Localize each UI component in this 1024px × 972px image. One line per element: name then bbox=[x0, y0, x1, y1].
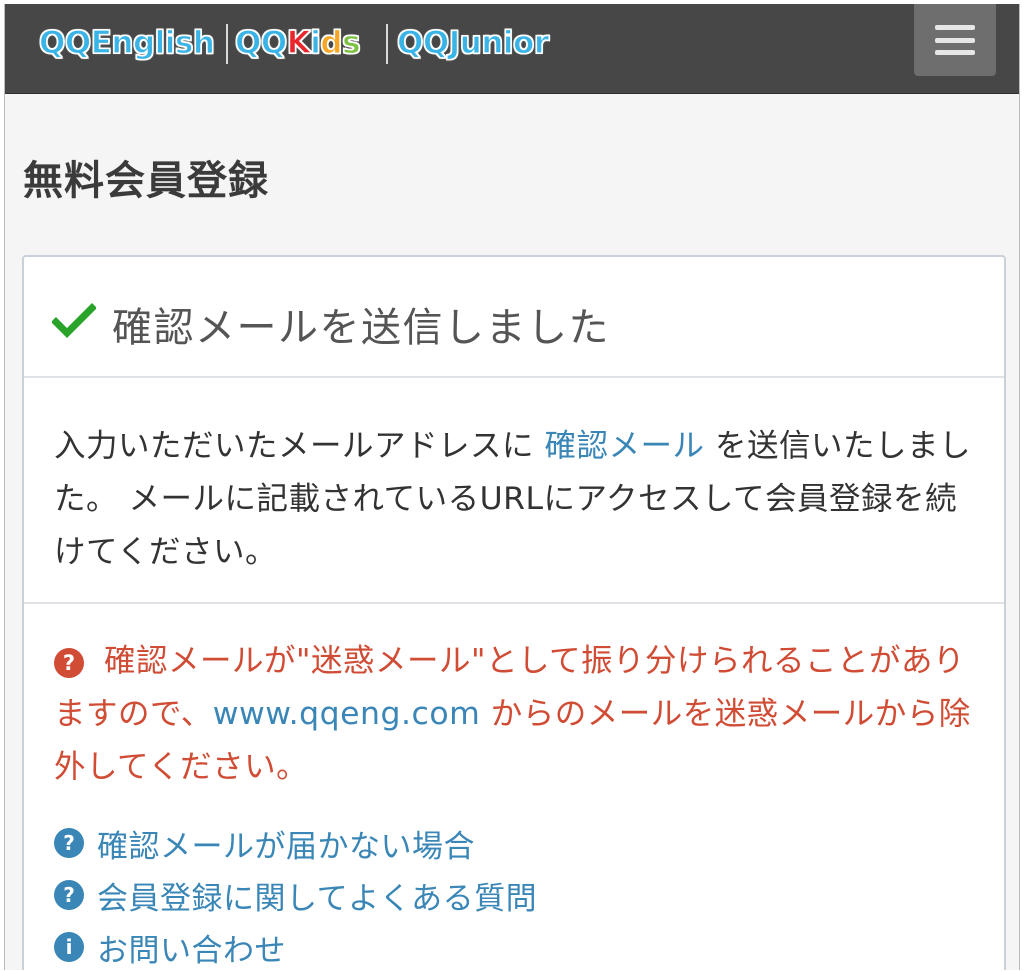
brand-qq-text: QQ bbox=[234, 24, 287, 61]
domain-text: www.qqeng.com bbox=[212, 696, 481, 732]
question-circle-icon: ? bbox=[54, 880, 84, 910]
brand-qq-junior-logo[interactable]: QQJunior bbox=[396, 22, 550, 64]
kids-letter-d: d bbox=[320, 24, 343, 61]
link-label: 確認メールが届かない場合 bbox=[97, 828, 475, 865]
brand-qq-text: QQ bbox=[396, 24, 449, 61]
kids-letter-k: K bbox=[286, 24, 311, 61]
spam-warning: ? 確認メールが"迷惑メール"として振り分けられることがありますので、www.qq… bbox=[54, 635, 984, 794]
confirmation-panel: 確認メールを送信しました 入力いただいたメールアドレスに 確認メール を送信いた… bbox=[22, 255, 1006, 970]
brand-divider bbox=[386, 24, 388, 64]
brand-english-text: English bbox=[90, 24, 215, 61]
confirmation-mail-link[interactable]: 確認メール bbox=[545, 428, 705, 464]
panel-heading: 確認メールを送信しました bbox=[24, 257, 1004, 378]
brand-qq-english-logo[interactable]: QQEnglish bbox=[38, 22, 215, 64]
page-frame: QQEnglish QQKids QQJunior 無料会員登録 確認メールを送… bbox=[4, 4, 1020, 970]
brand-junior-text: Junior bbox=[448, 24, 550, 61]
info-circle-icon: i bbox=[54, 932, 84, 962]
brand-divider bbox=[226, 24, 228, 64]
link-label: 会員登録に関してよくある質問 bbox=[97, 880, 538, 917]
brand-qq-kids-logo[interactable]: QQKids bbox=[234, 22, 361, 64]
help-links: ? 確認メールが届かない場合 ? 会員登録に関してよくある質問 i お問い合わせ bbox=[54, 817, 984, 970]
check-icon bbox=[52, 303, 96, 338]
link-registration-faq[interactable]: ? 会員登録に関してよくある質問 bbox=[54, 869, 984, 921]
kids-letter-i: i bbox=[310, 24, 322, 61]
panel-body: 入力いただいたメールアドレスに 確認メール を送信いたしました。 メールに記載さ… bbox=[24, 380, 1004, 604]
page-title: 無料会員登録 bbox=[23, 158, 269, 204]
message-text: 入力いただいたメールアドレスに bbox=[54, 428, 545, 464]
kids-letter-s: s bbox=[341, 24, 361, 61]
link-contact[interactable]: i お問い合わせ bbox=[54, 921, 984, 970]
site-header: QQEnglish QQKids QQJunior bbox=[5, 4, 1019, 94]
panel-heading-text: 確認メールを送信しました bbox=[112, 305, 610, 351]
link-mail-not-received[interactable]: ? 確認メールが届かない場合 bbox=[54, 817, 984, 869]
question-circle-icon: ? bbox=[54, 828, 84, 858]
brand-qq-text: QQ bbox=[38, 24, 91, 61]
confirmation-message: 入力いただいたメールアドレスに 確認メール を送信いたしました。 メールに記載さ… bbox=[54, 420, 984, 579]
menu-button[interactable] bbox=[914, 4, 996, 76]
link-label: お問い合わせ bbox=[97, 932, 286, 969]
question-circle-icon: ? bbox=[54, 648, 84, 678]
hamburger-icon bbox=[935, 25, 975, 55]
